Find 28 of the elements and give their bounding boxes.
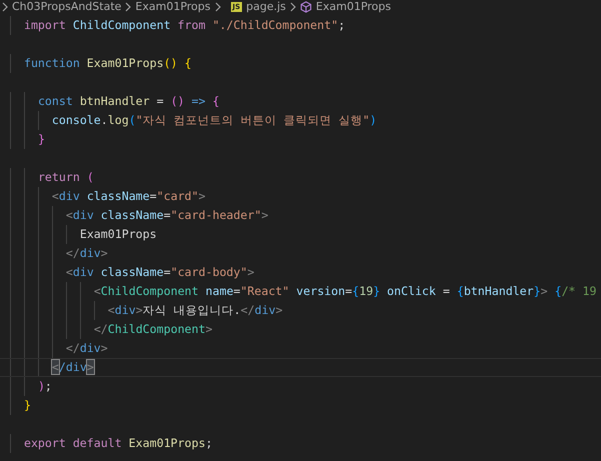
- code-line: </div>: [66, 341, 108, 355]
- code-line: function Exam01Props() {: [24, 56, 192, 70]
- code-line: import ChildComponent from "./ChildComponent";: [24, 18, 346, 32]
- chevron-icon: [2, 2, 8, 12]
- code-line: </div>: [52, 360, 94, 374]
- code-line: return (: [38, 170, 94, 184]
- code-line: const btnHandler = () => {: [38, 94, 220, 108]
- code-line: <div className="card-body">: [66, 265, 254, 279]
- code-line: export default Exam01Props;: [24, 436, 212, 450]
- code-line: }: [38, 132, 45, 146]
- chevron-icon: [290, 2, 296, 12]
- code-line: </div>: [66, 246, 108, 260]
- code-line: <div>자식 내용입니다.</div>: [108, 303, 283, 317]
- breadcrumb-item[interactable]: Exam01Props: [316, 0, 391, 14]
- breadcrumb-item[interactable]: Exam01Props: [135, 0, 210, 14]
- code-line: }: [24, 398, 31, 412]
- code-line: Exam01Props: [80, 227, 157, 241]
- code-line: );: [38, 379, 52, 393]
- cube-icon: [300, 1, 312, 13]
- chevron-icon: [125, 2, 132, 12]
- code-line: <ChildComponent name="React" version={19} onClick = {btnHandler}> {/* 19: [94, 284, 596, 298]
- code-line: <div className="card">: [52, 189, 206, 203]
- code-line: </ChildComponent>: [94, 322, 212, 336]
- breadcrumb-item[interactable]: page.js: [246, 0, 286, 14]
- breadcrumb-item[interactable]: Ch03PropsAndState: [12, 0, 122, 14]
- code-line: <div className="card-header">: [66, 208, 268, 222]
- chevron-icon: [214, 2, 220, 12]
- code-line: console.log("자식 컴포넌트의 버튼이 클릭되면 실행"): [52, 113, 377, 127]
